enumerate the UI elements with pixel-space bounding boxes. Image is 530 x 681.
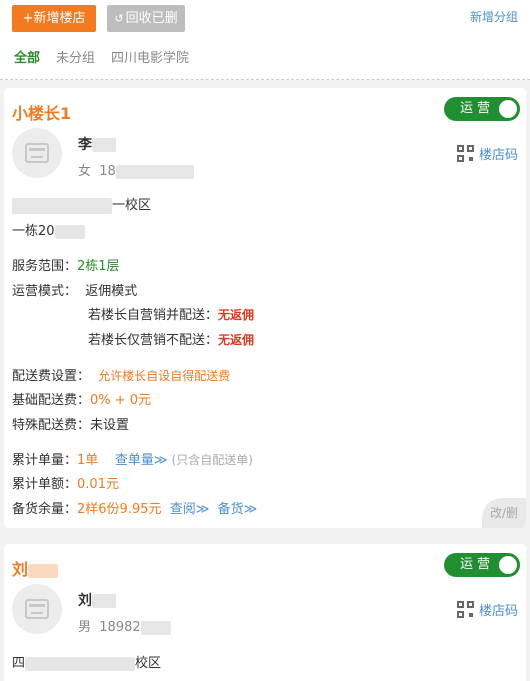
qr-label: 楼店码 <box>478 604 518 619</box>
qr-code-button[interactable]: 楼店码 <box>456 600 518 619</box>
stock-balance: 备货余量：2样6份9.95元 查阅≫ 备货≫ <box>12 502 258 517</box>
qr-label: 楼店码 <box>478 148 518 163</box>
store-name: 小楼长1 <box>12 104 72 123</box>
tab-sichuan-film-academy[interactable]: 四川电影学院 <box>111 47 189 66</box>
edit-delete-button[interactable]: 改/删 <box>482 498 526 528</box>
view-orders-link[interactable]: 查单量≫ <box>115 453 168 468</box>
avatar <box>12 128 62 178</box>
refresh-icon: ↺ <box>114 12 124 25</box>
service-range: 服务范围：2栋1层 <box>12 259 120 274</box>
operation-toggle[interactable]: 运 营 <box>444 553 520 577</box>
special-delivery-fee: 特殊配送费：未设置 <box>12 418 130 433</box>
masked-text <box>25 656 136 671</box>
masked-text <box>28 563 59 578</box>
toggle-label: 运 营 <box>460 557 491 572</box>
delivery-fee-setting: 配送费设置： 允许楼长自设自得配送费 <box>12 369 231 384</box>
store-card: 小楼长1 运 营 李 女 18 楼店码 一校区 一栋20 服务范围：2栋1层 运… <box>4 88 526 528</box>
masked-text <box>92 594 116 608</box>
campus-line: 一校区 <box>12 194 151 214</box>
order-count: 累计单量：1单 查单量≫ (只含自配送单) <box>12 453 253 468</box>
recycle-label: 回收已删 <box>125 11 178 26</box>
add-store-button[interactable]: +新增楼店 <box>12 5 96 32</box>
operation-mode: 运营模式： 返佣模式 <box>12 284 138 299</box>
toggle-knob <box>499 556 517 574</box>
masked-text <box>12 197 112 214</box>
masked-text <box>54 224 85 239</box>
owner-info: 女 18 <box>78 160 194 179</box>
qr-code-button[interactable]: 楼店码 <box>456 144 518 163</box>
view-stock-link[interactable]: 查阅≫ <box>170 502 210 517</box>
default-avatar-icon <box>25 143 49 163</box>
campus-line: 四校区 <box>12 656 162 671</box>
masked-text <box>92 138 116 152</box>
base-delivery-fee: 基础配送费：0% + 0元 <box>12 393 152 408</box>
store-card: 刘 运 营 刘 男 18982 楼店码 四校区 <box>4 544 526 681</box>
mode-rule-1: 若楼长自营销并配送：无返佣 <box>88 308 255 323</box>
owner-info: 男 18982 <box>78 616 171 635</box>
order-amount: 累计单额：0.01元 <box>12 477 119 492</box>
toggle-label: 运 营 <box>460 101 491 116</box>
operation-toggle[interactable]: 运 营 <box>444 97 520 121</box>
address-line: 一栋20 <box>12 220 85 239</box>
mode-rule-2: 若楼长仅营销不配送：无返佣 <box>88 333 255 348</box>
owner-name: 李 <box>78 134 116 154</box>
recycle-bin-button[interactable]: ↺ 回收已删 <box>107 5 185 32</box>
masked-text <box>115 164 194 179</box>
group-tabs: 全部 未分组 四川电影学院 <box>14 47 189 66</box>
avatar <box>12 584 62 634</box>
masked-text <box>140 620 171 635</box>
new-group-link[interactable]: 新增分组 <box>470 8 518 25</box>
toggle-knob <box>499 100 517 118</box>
default-avatar-icon <box>25 599 49 619</box>
owner-name: 刘 <box>78 590 116 610</box>
tab-all[interactable]: 全部 <box>14 47 40 66</box>
restock-link[interactable]: 备货≫ <box>218 502 258 517</box>
top-toolbar: +新增楼店 ↺ 回收已删 新增分组 全部 未分组 四川电影学院 <box>0 0 530 80</box>
qr-code-icon <box>456 601 474 618</box>
qr-code-icon <box>456 145 474 162</box>
store-name: 刘 <box>12 556 59 580</box>
tab-ungrouped[interactable]: 未分组 <box>56 47 95 66</box>
